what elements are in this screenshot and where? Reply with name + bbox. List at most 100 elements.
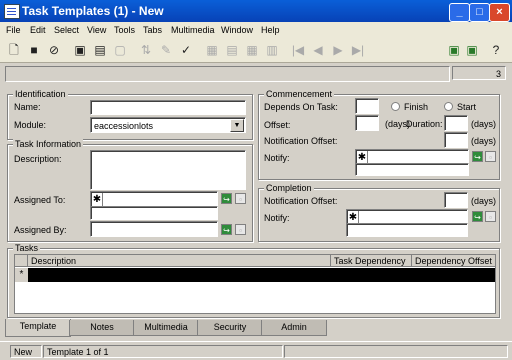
depends-on-task-label: Depends On Task: (264, 102, 338, 112)
chevron-down-icon[interactable]: ▼ (230, 119, 244, 132)
menu-tabs[interactable]: Tabs (143, 25, 162, 35)
window-title: Task Templates (1) - New (22, 4, 164, 18)
first-record-button[interactable]: |◀ (290, 42, 306, 58)
copy-icon[interactable]: ▢ (112, 42, 128, 58)
completion-notify-label: Notify: (264, 213, 290, 223)
notification-offset-field[interactable] (444, 132, 468, 148)
module-value: eaccessionlots (94, 121, 154, 131)
assigned-by-label: Assigned By: (14, 225, 67, 235)
delete-record-icon[interactable]: ▤ (92, 42, 108, 58)
commencement-title: Commencement (264, 89, 335, 99)
next-record-button[interactable]: ▶ (330, 42, 346, 58)
menu-window[interactable]: Window (221, 25, 253, 35)
status-mode: New (10, 345, 42, 358)
notification-offset-label: Notification Offset: (264, 136, 338, 146)
tab-admin[interactable]: Admin (261, 320, 327, 336)
start-label: Start (457, 102, 477, 112)
completion-notify-field[interactable]: ✱ (346, 209, 468, 225)
lookup-icon[interactable]: ↪ (472, 151, 483, 162)
finish-label: Finish (404, 102, 429, 112)
notify-list[interactable] (355, 163, 469, 176)
menu-tools[interactable]: Tools (114, 25, 135, 35)
edit-icon[interactable]: ✎ (158, 42, 174, 58)
description-field[interactable] (90, 150, 246, 190)
completion-notification-offset-field[interactable] (444, 192, 468, 208)
completion-days-label: (days) (471, 196, 497, 206)
tasks-title: Tasks (13, 243, 41, 253)
message-strip (5, 66, 450, 82)
duration-label: Duration: (406, 119, 443, 129)
name-label: Name: (14, 102, 41, 112)
status-position: Template 1 of 1 (43, 345, 283, 358)
grid-view-icon[interactable]: ▦ (204, 42, 220, 58)
menu-bar: File Edit Select View Tools Tabs Multime… (0, 22, 512, 38)
sort-icon[interactable]: ⇅ (138, 42, 154, 58)
menu-help[interactable]: Help (261, 25, 280, 35)
record-count: 3 (452, 66, 506, 80)
menu-select[interactable]: Select (54, 25, 79, 35)
tab-multimedia[interactable]: Multimedia (133, 320, 199, 336)
toolbar: 🗋 ■ ⊘ ▣ ▤ ▢ ⇅ ✎ ✓ ▦ ▤ ▦ ▥ |◀ ◀ ▶ ▶| ▣ ▣ … (0, 38, 512, 63)
notification-days-label: (days) (471, 136, 497, 146)
tab-template[interactable]: Template (5, 319, 71, 337)
menu-file[interactable]: File (6, 25, 21, 35)
notify-field[interactable]: ✱ (355, 149, 469, 165)
module-select[interactable]: eaccessionlots ▼ (90, 117, 246, 133)
menu-edit[interactable]: Edit (30, 25, 46, 35)
duration-days-label: (days) (471, 119, 497, 129)
spellcheck-icon[interactable]: ✓ (178, 42, 194, 58)
assigned-to-label: Assigned To: (14, 195, 66, 205)
minimize-button[interactable]: _ (449, 3, 470, 22)
completion-notify-list[interactable] (346, 223, 468, 237)
help-icon[interactable]: ? (488, 42, 504, 58)
lookup-icon[interactable]: ↪ (221, 193, 232, 204)
status-bar: New Template 1 of 1 (0, 341, 512, 360)
page-view-icon[interactable]: ▦ (244, 42, 260, 58)
report-icon[interactable]: ▣ (446, 42, 462, 58)
attach-icon[interactable]: ▫ (485, 151, 496, 162)
task-information-title: Task Information (13, 139, 84, 149)
name-field[interactable] (90, 100, 246, 115)
lookup-icon[interactable]: ↪ (221, 224, 232, 235)
identification-title: Identification (13, 89, 68, 99)
attach-icon[interactable]: ▫ (235, 224, 246, 235)
prev-record-button[interactable]: ◀ (310, 42, 326, 58)
assigned-to-field[interactable]: ✱ (90, 191, 218, 207)
cancel-icon[interactable]: ⊘ (46, 42, 62, 58)
assigned-by-field[interactable] (90, 221, 218, 237)
tasks-table[interactable]: Description Task Dependency Dependency O… (14, 254, 496, 314)
table-row[interactable] (28, 268, 495, 282)
offset-label: Offset: (264, 120, 291, 130)
new-entry-icon: ✱ (92, 193, 103, 207)
lookup-icon[interactable]: ↪ (472, 211, 483, 222)
duration-field[interactable] (444, 115, 468, 131)
finish-radio[interactable] (391, 102, 400, 111)
status-extra (284, 345, 508, 358)
save-icon[interactable]: ■ (26, 42, 42, 58)
depends-on-task-field[interactable] (355, 98, 379, 114)
notify-label: Notify: (264, 153, 290, 163)
form-view-icon[interactable]: ▥ (264, 42, 280, 58)
start-radio[interactable] (444, 102, 453, 111)
menu-view[interactable]: View (87, 25, 106, 35)
export-icon[interactable]: ▣ (464, 42, 480, 58)
column-description[interactable]: Description (28, 255, 331, 267)
menu-multimedia[interactable]: Multimedia (171, 25, 215, 35)
tab-notes[interactable]: Notes (69, 320, 135, 336)
app-icon (4, 4, 20, 19)
close-button[interactable]: × (489, 3, 510, 22)
tab-security[interactable]: Security (197, 320, 263, 336)
last-record-button[interactable]: ▶| (350, 42, 366, 58)
assigned-to-list[interactable] (90, 206, 218, 220)
attach-icon[interactable]: ▫ (235, 193, 246, 204)
add-record-icon[interactable]: ▣ (72, 42, 88, 58)
column-dependency-offset[interactable]: Dependency Offset (412, 255, 495, 267)
column-task-dependency[interactable]: Task Dependency (331, 255, 412, 267)
attach-icon[interactable]: ▫ (485, 211, 496, 222)
maximize-button[interactable]: □ (469, 3, 490, 22)
new-icon[interactable]: 🗋 (6, 42, 22, 58)
completion-notification-offset-label: Notification Offset: (264, 196, 338, 206)
offset-field[interactable] (355, 115, 379, 131)
description-label: Description: (14, 154, 62, 164)
list-view-icon[interactable]: ▤ (224, 42, 240, 58)
